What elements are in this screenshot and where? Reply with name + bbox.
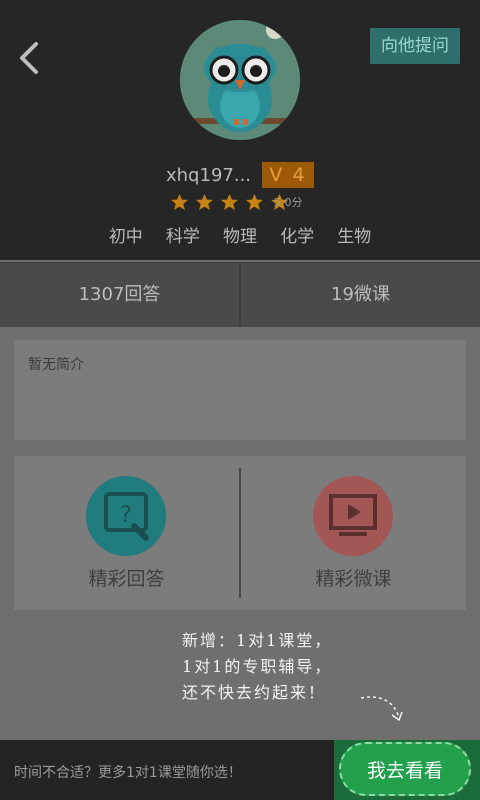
- intro-box: 暂无简介: [14, 340, 466, 440]
- subject-tag: 化学: [280, 227, 315, 247]
- intro-text: 暂无简介: [28, 357, 84, 373]
- stats-bar: 1307回答 19微课: [0, 262, 480, 327]
- video-play-icon: [313, 476, 393, 556]
- lessons-count[interactable]: 19微课: [241, 263, 480, 327]
- subject-tag: 初中: [108, 227, 143, 247]
- featured-answers-button[interactable]: ? 精彩回答: [14, 456, 239, 610]
- promo-line: 1对1的专职辅导，: [182, 657, 333, 676]
- rating-stars: [170, 193, 290, 213]
- back-arrow-icon[interactable]: [16, 40, 44, 76]
- svg-text:?: ?: [120, 503, 132, 528]
- level-badge: V 4: [262, 162, 314, 188]
- promo-line: 新增：1对1课堂，: [182, 631, 333, 650]
- promo-line: 还不快去约起来！: [182, 683, 327, 702]
- bottom-hint: 时间不合适？更多1对1课堂随你选！: [14, 765, 242, 781]
- owl-avatar: [180, 20, 300, 140]
- promo-note: 新增：1对1课堂， 1对1的专职辅导， 还不快去约起来！: [182, 628, 332, 706]
- question-search-icon: ?: [86, 476, 166, 556]
- subject-tags: 初中 科学 物理 化学 生物: [0, 222, 480, 247]
- ask-question-button[interactable]: 向他提问: [370, 28, 460, 64]
- star-icon: [196, 193, 214, 211]
- go-button-area: 我去看看: [334, 740, 480, 800]
- profile-header: 向他提问 xhq197... V 4 5.0分 初中 科学 物理 化学 生物: [0, 0, 480, 260]
- username: xhq197...: [166, 165, 252, 186]
- features-panel: ? 精彩回答 精彩微课: [14, 456, 466, 610]
- star-icon: [221, 193, 239, 211]
- subject-tag: 物理: [223, 227, 257, 247]
- featured-answers-label: 精彩回答: [88, 568, 165, 590]
- go-see-button[interactable]: 我去看看: [339, 742, 471, 796]
- dashed-arrow-icon: [360, 696, 403, 722]
- star-icon: [170, 193, 189, 211]
- bottom-bar: 时间不合适？更多1对1课堂随你选！ 我去看看: [0, 740, 480, 800]
- answers-count[interactable]: 1307回答: [0, 263, 239, 327]
- star-icon: [246, 193, 264, 211]
- subject-tag: 生物: [337, 227, 372, 247]
- subject-tag: 科学: [165, 227, 200, 247]
- rating-score: 5.0分: [274, 196, 303, 209]
- featured-lessons-label: 精彩微课: [315, 568, 392, 590]
- featured-lessons-button[interactable]: 精彩微课: [241, 456, 466, 610]
